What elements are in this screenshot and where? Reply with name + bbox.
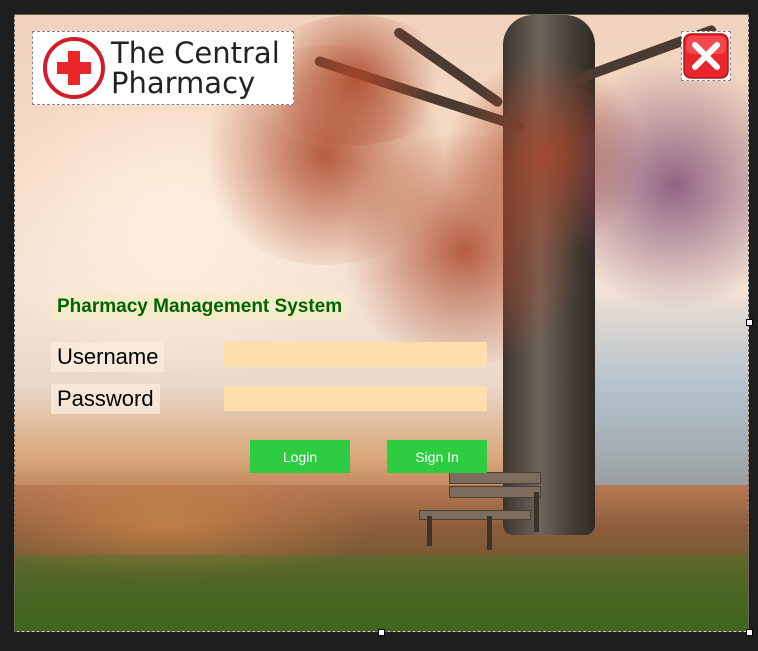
pharmacy-logo: The Central Pharmacy xyxy=(32,31,294,105)
password-input[interactable] xyxy=(224,386,487,411)
username-label: Username xyxy=(51,342,165,372)
red-cross-icon xyxy=(43,37,105,99)
close-button[interactable] xyxy=(681,31,731,81)
resize-handle-corner[interactable] xyxy=(746,629,753,636)
login-form-canvas: The Central Pharmacy Pharmacy Management… xyxy=(14,14,749,632)
sign-in-button[interactable]: Sign In xyxy=(387,440,487,473)
resize-handle-bottom[interactable] xyxy=(378,629,385,636)
background-grass xyxy=(15,555,748,631)
close-icon xyxy=(683,33,729,79)
app-title: Pharmacy Management System xyxy=(51,294,349,320)
username-input[interactable] xyxy=(224,342,487,367)
resize-handle-right[interactable] xyxy=(746,319,753,326)
background-bench xyxy=(419,472,541,552)
login-button[interactable]: Login xyxy=(250,440,350,473)
logo-text: The Central Pharmacy xyxy=(111,38,280,98)
password-label: Password xyxy=(51,384,160,414)
logo-line-2: Pharmacy xyxy=(111,66,256,100)
logo-line-1: The Central xyxy=(111,36,280,70)
